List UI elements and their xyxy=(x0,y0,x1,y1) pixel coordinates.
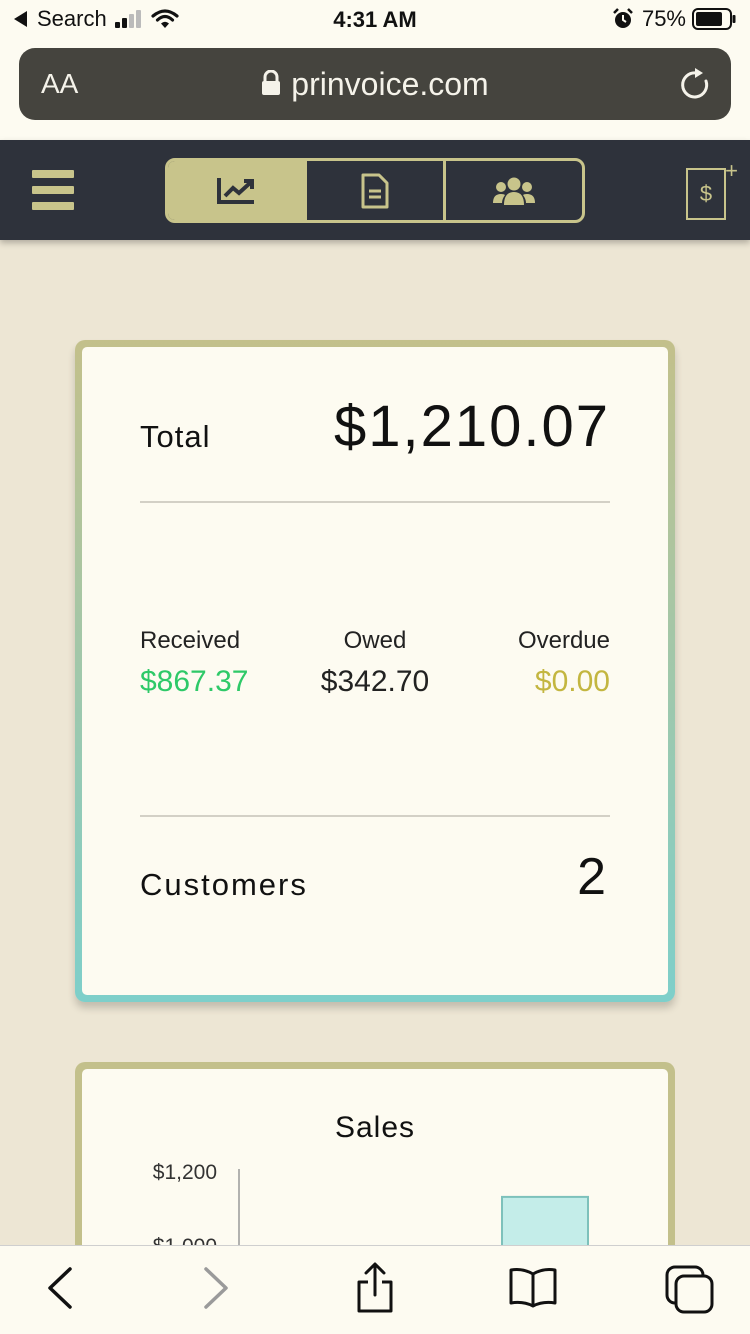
tab-customers[interactable] xyxy=(446,161,582,220)
hamburger-menu-icon[interactable] xyxy=(32,170,74,210)
customers-label: Customers xyxy=(140,867,308,902)
overdue-value: $0.00 xyxy=(534,665,610,698)
chart-line-icon xyxy=(217,177,254,204)
tabs-icon[interactable] xyxy=(664,1264,716,1316)
customers-value: 2 xyxy=(577,848,606,906)
browser-toolbar xyxy=(0,1245,750,1334)
bookmarks-icon[interactable] xyxy=(508,1266,558,1308)
browser-bar: AA prinvoice.com xyxy=(0,40,750,140)
overdue-label: Overdue xyxy=(517,627,610,654)
plus-icon: + xyxy=(725,158,738,183)
lock-icon xyxy=(262,69,281,95)
status-bar: Search 4:31 AM 75% xyxy=(0,0,750,40)
reload-icon[interactable] xyxy=(679,68,713,102)
total-label: Total xyxy=(140,419,211,454)
alarm-icon xyxy=(613,8,633,28)
received-stat: Received $867.37 xyxy=(140,627,248,699)
app-header: $ + xyxy=(0,140,750,240)
users-icon xyxy=(493,177,535,205)
battery-icon xyxy=(692,8,736,30)
new-invoice-symbol: $ xyxy=(699,181,713,206)
view-tabs xyxy=(165,158,585,223)
total-value: $1,210.07 xyxy=(333,394,610,459)
url-text[interactable]: prinvoice.com xyxy=(291,66,488,102)
tab-invoices[interactable] xyxy=(307,161,446,220)
address-bar[interactable]: AA prinvoice.com xyxy=(19,48,731,120)
received-label: Received xyxy=(140,627,241,654)
document-icon xyxy=(361,173,389,208)
summary-card: Total $1,210.07 Received $867.37 Owed $3… xyxy=(75,340,675,1002)
owed-label: Owed xyxy=(343,627,407,654)
share-icon[interactable] xyxy=(354,1262,396,1314)
divider xyxy=(140,501,610,503)
overdue-stat: Overdue $0.00 xyxy=(518,627,610,699)
received-value: $867.37 xyxy=(140,665,249,698)
sales-chart: $1,200$1,000 xyxy=(153,1161,589,1262)
sales-card: Sales $1,200$1,000 xyxy=(75,1062,675,1262)
back-icon[interactable] xyxy=(44,1266,76,1310)
divider xyxy=(140,815,610,817)
new-invoice-icon[interactable]: $ + xyxy=(686,160,738,220)
forward-icon[interactable] xyxy=(200,1266,232,1310)
y-tick-label: $1,200 xyxy=(153,1161,217,1184)
battery-percent: 75% xyxy=(641,6,686,31)
tab-dashboard[interactable] xyxy=(168,161,307,220)
